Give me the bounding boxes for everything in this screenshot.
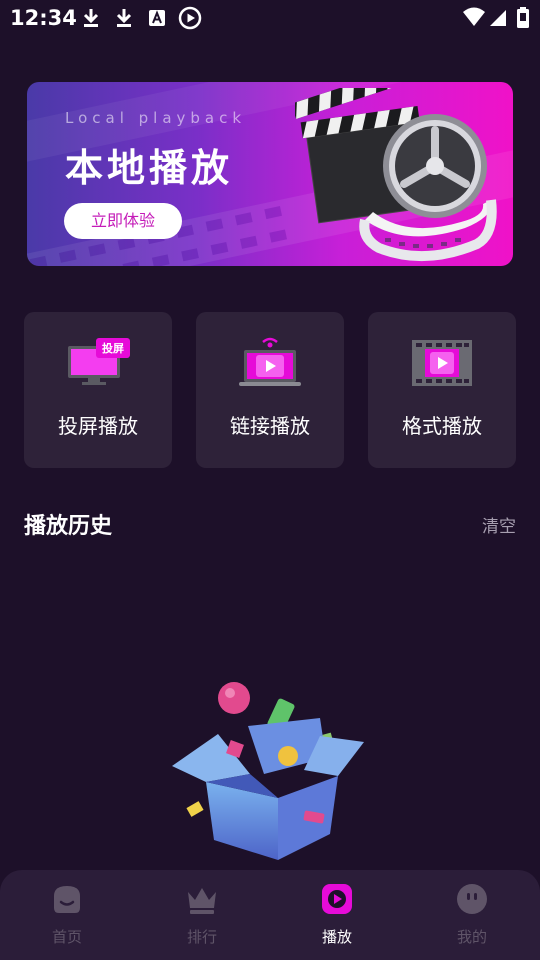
clapperboard-film-reel-illustration [295, 88, 497, 262]
status-bar: 12:34 [0, 0, 540, 36]
link-play-label: 链接播放 [230, 414, 310, 438]
empty-box-illustration [172, 682, 364, 860]
nav-item-home[interactable]: 首页 [22, 882, 112, 948]
bottom-navigation: 首页 排行 播放 我的 [0, 870, 540, 960]
signal-icon [490, 10, 506, 26]
nav-item-mine[interactable]: 我的 [427, 882, 517, 948]
banner-title: 本地播放 [65, 146, 234, 190]
download-icon [116, 9, 132, 27]
font-a-icon [149, 10, 165, 26]
nav-item-play[interactable]: 播放 [292, 882, 382, 948]
nav-label-play: 播放 [321, 928, 352, 946]
clear-history-button[interactable]: 清空 [482, 512, 516, 537]
play-circle-icon [178, 6, 202, 30]
play-icon [322, 884, 352, 914]
format-play-card[interactable]: 格式播放 [368, 312, 516, 468]
local-playback-banner[interactable]: Local playback 本地播放 立即体验 [27, 82, 513, 266]
download-icon [83, 9, 99, 27]
cast-play-label: 投屏播放 [58, 414, 138, 438]
format-play-label: 格式播放 [402, 414, 482, 438]
cast-play-card[interactable]: 投屏 投屏播放 [24, 312, 172, 468]
wifi-icon [463, 7, 485, 26]
profile-face-icon [457, 884, 487, 914]
battery-icon [517, 7, 529, 28]
nav-label-ranking: 排行 [186, 928, 217, 946]
home-face-icon [54, 886, 80, 913]
try-now-button[interactable]: 立即体验 [64, 203, 182, 239]
play-history-title: 播放历史 [24, 514, 113, 539]
cast-badge-label: 投屏 [102, 342, 124, 355]
crown-icon [188, 888, 216, 914]
banner-subtitle: Local playback [65, 109, 247, 127]
nav-label-home: 首页 [51, 928, 82, 946]
link-play-card[interactable]: 链接播放 [196, 312, 344, 468]
link-laptop-icon [239, 337, 301, 386]
nav-label-mine: 我的 [456, 928, 487, 946]
status-time: 12:34 [10, 6, 77, 30]
film-format-icon [412, 340, 472, 386]
nav-item-ranking[interactable]: 排行 [157, 882, 247, 948]
